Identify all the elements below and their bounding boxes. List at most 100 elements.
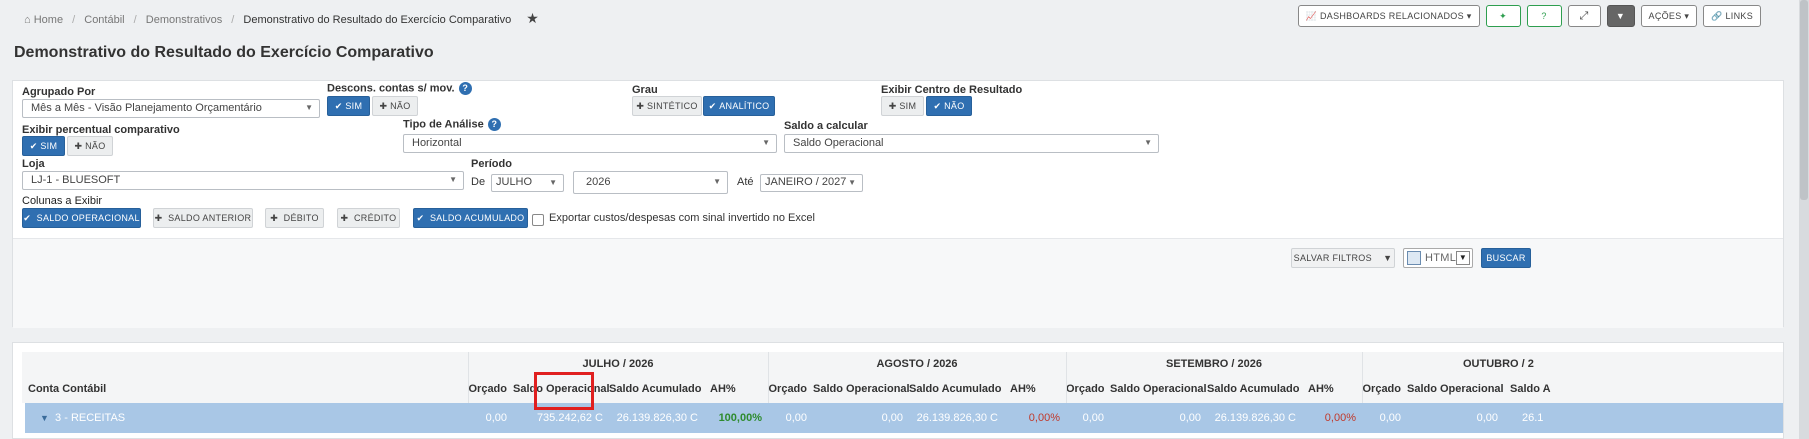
results-table: JULHO / 2026 AGOSTO / 2026 SETEMBRO / 20… <box>12 342 1784 439</box>
exportar-label: Exportar custos/despesas com sinal inver… <box>549 212 815 224</box>
salvar-filtros-button[interactable]: SALVAR FILTROS ▼ <box>1291 248 1395 268</box>
chevron-down-icon: ▼ <box>1144 138 1152 147</box>
chevron-down-icon: ▼ <box>305 103 313 112</box>
percentual-nao-button[interactable]: ✚ NÃO <box>67 136 113 156</box>
filter-icon: ▼ <box>1615 11 1626 21</box>
top-toolbar: 📈 DASHBOARDS RELACIONADOS ▾ ✦ ? ⤢ ▼ AÇÕE… <box>1297 5 1761 27</box>
descons-nao-button[interactable]: ✚ NÃO <box>372 96 418 116</box>
panel-footer: SALVAR FILTROS ▼ HTML ▼ BUSCAR <box>13 238 1783 328</box>
conta-contabil-header: Conta Contábil <box>28 383 107 395</box>
exportar-checkbox[interactable] <box>532 214 544 226</box>
periodo-mes-select[interactable]: JULHO ▼ <box>491 174 564 192</box>
dashboards-relacionados-button[interactable]: 📈 DASHBOARDS RELACIONADOS ▾ <box>1297 5 1480 27</box>
col-credito-button[interactable]: ✚ CRÉDITO <box>337 208 400 228</box>
highlight-annotation <box>534 372 594 410</box>
grau-analitico-button[interactable]: ✔ ANALÍTICO <box>703 96 775 116</box>
buscar-button[interactable]: BUSCAR <box>1481 248 1531 268</box>
chevron-down-icon: ▼ <box>1456 251 1470 265</box>
cell-set-ah: 0,00% <box>1324 412 1356 424</box>
agrupado-por-select[interactable]: Mês a Mês - Visão Planejamento Orçamentá… <box>22 99 320 118</box>
cell-ago-saldo-operacional: 0,00 <box>881 412 903 424</box>
month-header-set: SETEMBRO / 2026 <box>1166 358 1262 370</box>
month-header-out: OUTUBRO / 2 <box>1463 358 1534 370</box>
home-icon[interactable]: ⌂ <box>24 14 31 26</box>
month-header-jul: JULHO / 2026 <box>582 358 654 370</box>
breadcrumb: ⌂ Home / Contábil / Demonstrativos / Dem… <box>24 10 539 27</box>
help-button[interactable]: ? <box>1526 5 1562 27</box>
cell-set-saldo-acumulado: 26.139.826,30 C <box>1214 412 1296 424</box>
chart-icon: 📈 <box>1305 10 1320 21</box>
breadcrumb-contabil[interactable]: Contábil <box>84 14 124 26</box>
scrollbar-thumb[interactable] <box>1800 0 1808 200</box>
cell-set-saldo-operacional: 0,00 <box>1179 412 1201 424</box>
cell-ago-saldo-acumulado: 26.139.826,30 C <box>916 412 998 424</box>
descons-sim-button[interactable]: ✔ SIM <box>327 96 370 116</box>
periodo-ano-select[interactable]: 2026 ▼ <box>573 171 728 194</box>
breadcrumb-separator: / <box>72 14 76 26</box>
col-saldo-acumulado-button[interactable]: ✔ SALDO ACUMULADO <box>413 208 528 228</box>
links-button[interactable]: 🔗 LINKS <box>1703 5 1761 27</box>
caret-down-icon[interactable]: ▼ <box>40 413 49 423</box>
help-icon[interactable]: ? <box>458 82 472 95</box>
cell-out-saldo-operacional: 0,00 <box>1476 412 1498 424</box>
breadcrumb-demonstrativos[interactable]: Demonstrativos <box>146 14 222 26</box>
col-orcado-header: Orçado <box>468 383 507 395</box>
breadcrumb-home[interactable]: Home <box>34 14 63 26</box>
col-ah-header: AH% <box>1308 383 1334 395</box>
month-header-ago: AGOSTO / 2026 <box>876 358 958 370</box>
announcement-button[interactable]: ✦ <box>1485 5 1521 27</box>
col-orcado-header: Orçado <box>1066 383 1105 395</box>
chevron-down-icon: ▾ <box>1463 10 1472 21</box>
row-label[interactable]: ▼ 3 - RECEITAS <box>22 403 222 433</box>
help-icon[interactable]: ? <box>487 118 501 131</box>
col-saldo-operacional-header: Saldo Operacional <box>813 383 910 395</box>
filter-panel: Agrupado Por Mês a Mês - Visão Planejame… <box>12 80 1784 328</box>
expand-button[interactable]: ⤢ <box>1567 5 1601 27</box>
loja-label: Loja <box>22 158 45 170</box>
percentual-sim-button[interactable]: ✔ SIM <box>22 136 65 156</box>
filter-button[interactable]: ▼ <box>1606 5 1635 27</box>
cell-out-saldo-acumulado: 26.1 <box>1522 412 1544 424</box>
loja-select[interactable]: LJ-1 - BLUESOFT ▼ <box>22 171 464 190</box>
centro-nao-button[interactable]: ✔ NÃO <box>926 96 972 116</box>
col-debito-button[interactable]: ✚ DÉBITO <box>265 208 324 228</box>
cell-out-orcado: 0,00 <box>1379 412 1401 424</box>
chevron-down-icon: ▾ <box>1681 10 1690 21</box>
col-orcado-header: Orçado <box>1362 383 1401 395</box>
col-saldo-acumulado-header: Saldo Acumulado <box>909 383 1002 395</box>
col-saldo-operacional-button[interactable]: ✔ SALDO OPERACIONAL <box>22 208 141 228</box>
grau-sintetico-button[interactable]: ✚ SINTÉTICO <box>632 96 702 116</box>
tipo-analise-select[interactable]: Horizontal ▼ <box>403 134 777 153</box>
periodo-de-label: De <box>471 176 486 188</box>
percentual-label: Exibir percentual comparativo <box>22 124 180 136</box>
cell-ago-ah: 0,00% <box>1028 412 1060 424</box>
breadcrumb-separator: / <box>133 14 137 26</box>
col-saldo-acumulado-header-partial: Saldo A <box>1510 383 1551 395</box>
periodo-ate-label: Até <box>737 176 754 188</box>
formato-select[interactable]: HTML ▼ <box>1403 248 1473 268</box>
cell-ago-orcado: 0,00 <box>785 412 807 424</box>
col-saldo-operacional-header: Saldo Operacional <box>1110 383 1207 395</box>
star-icon[interactable]: ★ <box>526 10 539 26</box>
breadcrumb-current: Demonstrativo do Resultado do Exercício … <box>243 14 512 26</box>
chevron-down-icon: ▼ <box>1383 253 1393 263</box>
html-icon <box>1407 251 1421 265</box>
link-icon: 🔗 <box>1711 10 1726 21</box>
centro-resultado-label: Exibir Centro de Resultado <box>881 84 1023 96</box>
chevron-down-icon: ▼ <box>713 177 721 186</box>
saldo-calcular-label: Saldo a calcular <box>784 120 868 132</box>
centro-sim-button[interactable]: ✚ SIM <box>881 96 924 116</box>
scrollbar[interactable] <box>1799 0 1809 439</box>
colunas-label: Colunas a Exibir <box>22 195 103 207</box>
chevron-down-icon: ▼ <box>449 175 457 184</box>
acoes-button[interactable]: AÇÕES ▾ <box>1640 5 1698 27</box>
chevron-down-icon: ▼ <box>762 138 770 147</box>
col-saldo-anterior-button[interactable]: ✚ SALDO ANTERIOR <box>153 208 253 228</box>
col-ah-header: AH% <box>1010 383 1036 395</box>
cell-jul-orcado: 0,00 <box>485 412 507 424</box>
expand-icon: ⤢ <box>1579 9 1589 22</box>
periodo-ate-select[interactable]: JANEIRO / 2027 ▼ <box>760 174 863 192</box>
chevron-down-icon: ▼ <box>848 178 856 187</box>
saldo-calcular-select[interactable]: Saldo Operacional ▼ <box>784 134 1159 153</box>
col-orcado-header: Orçado <box>768 383 807 395</box>
